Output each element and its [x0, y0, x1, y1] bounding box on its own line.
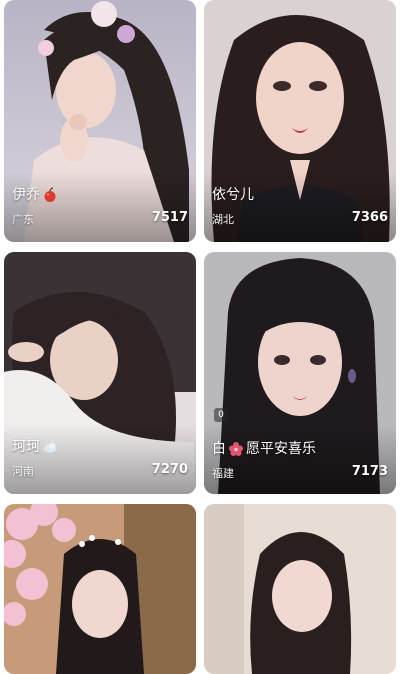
profile-card-2[interactable]: 依兮儿 湖北 7366 [204, 0, 396, 242]
profile-photo [4, 504, 196, 674]
profile-name: 珂珂 [12, 438, 58, 456]
photo-shade [204, 424, 396, 494]
profile-region: 广东 [12, 213, 34, 226]
photo-shade [4, 424, 196, 494]
apple-icon [42, 187, 58, 203]
flower-icon [228, 441, 244, 457]
profile-card-6[interactable] [204, 504, 396, 674]
profile-count: 7517 [151, 210, 188, 225]
photo-shade [4, 172, 196, 242]
profile-card-1[interactable]: 伊乔 广东 7517 [4, 0, 196, 242]
profile-card-4[interactable]: 0 白 愿平安喜乐 福建 7173 [204, 252, 396, 494]
level-badge: 0 [214, 408, 228, 422]
profile-count: 7173 [351, 464, 388, 479]
profile-grid: 伊乔 广东 7517 依兮儿 湖北 7366 珂珂 河南 7270 0 白 愿平… [0, 0, 400, 674]
profile-count: 7270 [151, 462, 188, 477]
profile-region: 湖北 [212, 213, 234, 226]
profile-count: 7366 [351, 210, 388, 225]
photo-shade [204, 172, 396, 242]
profile-name: 白 愿平安喜乐 [212, 441, 316, 457]
profile-name: 伊乔 [12, 186, 58, 204]
profile-region: 福建 [212, 467, 234, 480]
profile-name: 依兮儿 [212, 187, 254, 203]
profile-region: 河南 [12, 465, 34, 478]
profile-card-3[interactable]: 珂珂 河南 7270 [4, 252, 196, 494]
cloud-icon [42, 439, 58, 455]
profile-card-5[interactable] [4, 504, 196, 674]
profile-photo [204, 504, 396, 674]
